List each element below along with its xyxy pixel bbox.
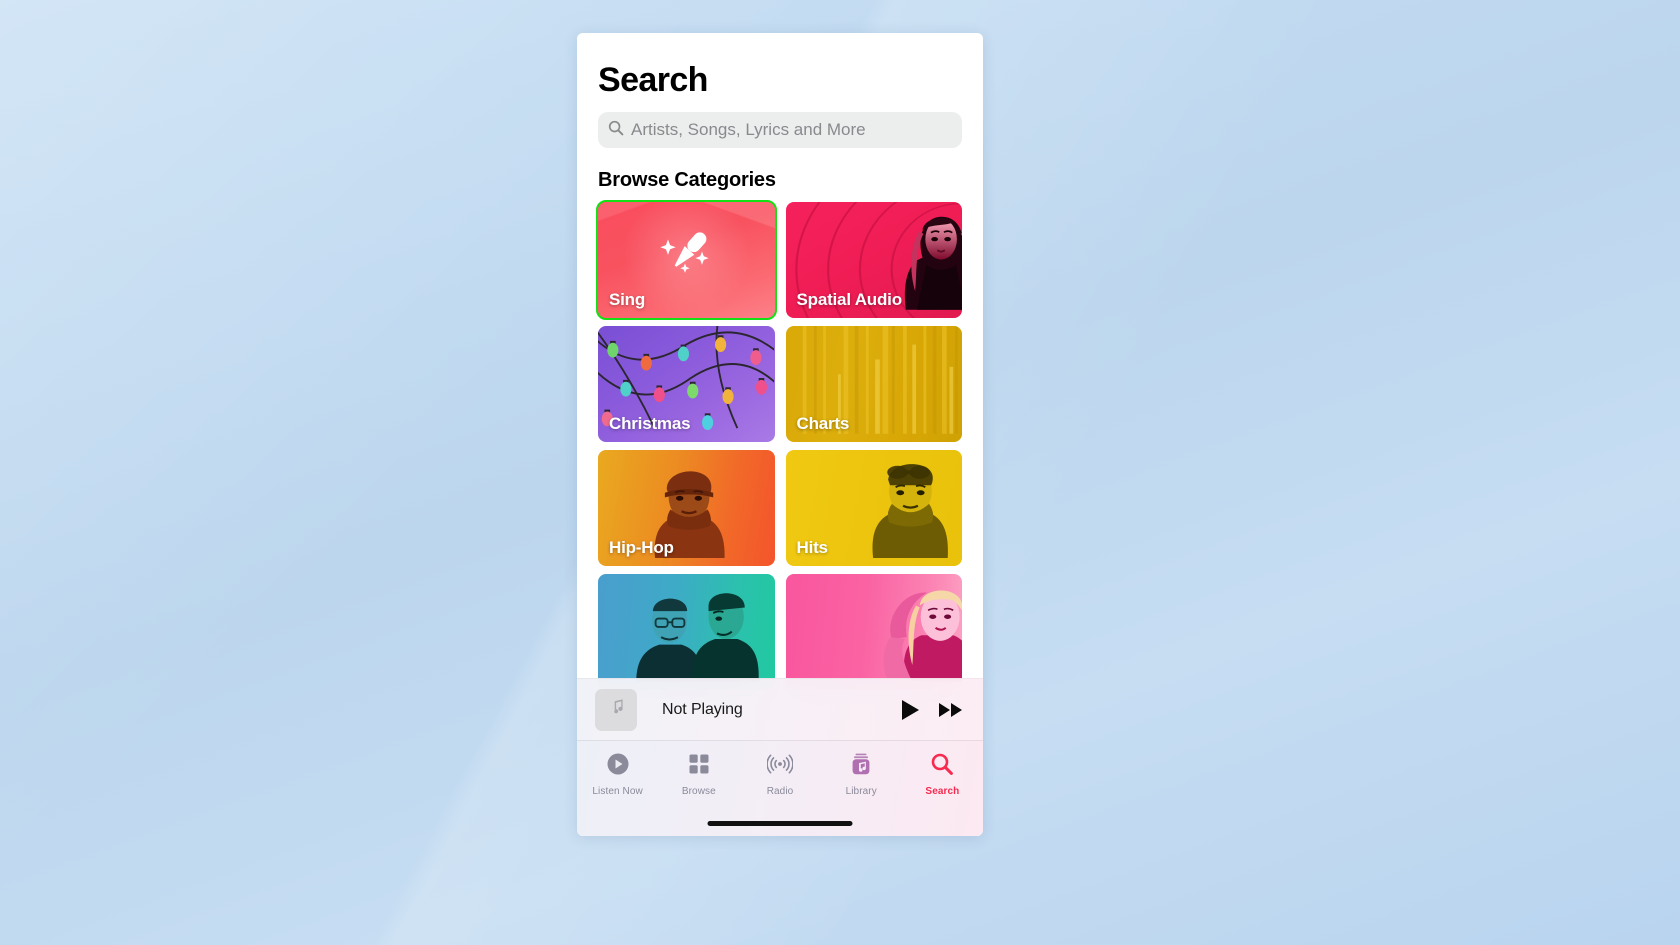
category-tile-label: Hits [796,538,829,557]
category-tile-label: Hip-Hop [609,538,674,557]
category-tile-label: Christmas [609,414,691,433]
category-tile-sing[interactable]: Sing [596,200,777,320]
fast-forward-button[interactable] [937,699,965,721]
search-icon [930,752,954,781]
tab-label: Library [845,786,877,797]
category-tile-teal[interactable] [598,574,775,690]
phone-screen: Search Browse Categories [577,33,983,836]
pink-artwork [785,574,962,690]
tab-radio[interactable]: Radio [739,752,820,797]
now-playing-artwork [595,688,637,731]
search-page: Search Browse Categories [577,33,983,836]
category-tile-label: Spatial Audio [796,290,903,309]
play-circle-icon [606,752,630,781]
category-tile-pink[interactable] [785,574,962,690]
play-button[interactable] [899,698,921,722]
category-tile-christmas[interactable]: Christmas [598,326,775,442]
search-input[interactable] [631,120,952,140]
search-icon [608,120,624,141]
broadcast-icon [766,752,794,781]
tab-label: Search [925,786,960,797]
microphone-sparkles-icon [654,224,718,287]
now-playing-bar[interactable]: Not Playing [577,678,983,740]
search-bar-container [577,100,983,148]
grid-icon [687,752,711,781]
tab-listen-now[interactable]: Listen Now [577,752,658,797]
category-tile-label: Charts [796,414,850,433]
category-tile-charts[interactable]: Charts [785,326,962,442]
category-tile-hip-hop[interactable]: Hip-Hop [598,450,775,566]
tab-label: Browse [681,786,716,797]
music-note-icon [606,697,626,722]
category-tile-spatial-audio[interactable]: Spatial Audio [785,202,962,318]
browse-categories-grid: Sing Spatial Audio Christmas Charts Hip-… [577,200,983,690]
tab-label: Radio [766,786,794,797]
tab-browse[interactable]: Browse [658,752,739,797]
tab-search[interactable]: Search [902,752,983,797]
tab-label: Listen Now [592,786,643,797]
category-tile-label: Sing [609,290,646,309]
now-playing-title: Not Playing [662,700,743,718]
library-icon [849,752,873,781]
category-tile-hits[interactable]: Hits [785,450,962,566]
teal-artwork [598,574,775,690]
search-field[interactable] [598,112,962,148]
home-indicator [707,821,853,826]
tab-library[interactable]: Library [821,752,902,797]
page-title: Search [598,61,708,99]
browse-categories-heading: Browse Categories [598,169,776,191]
